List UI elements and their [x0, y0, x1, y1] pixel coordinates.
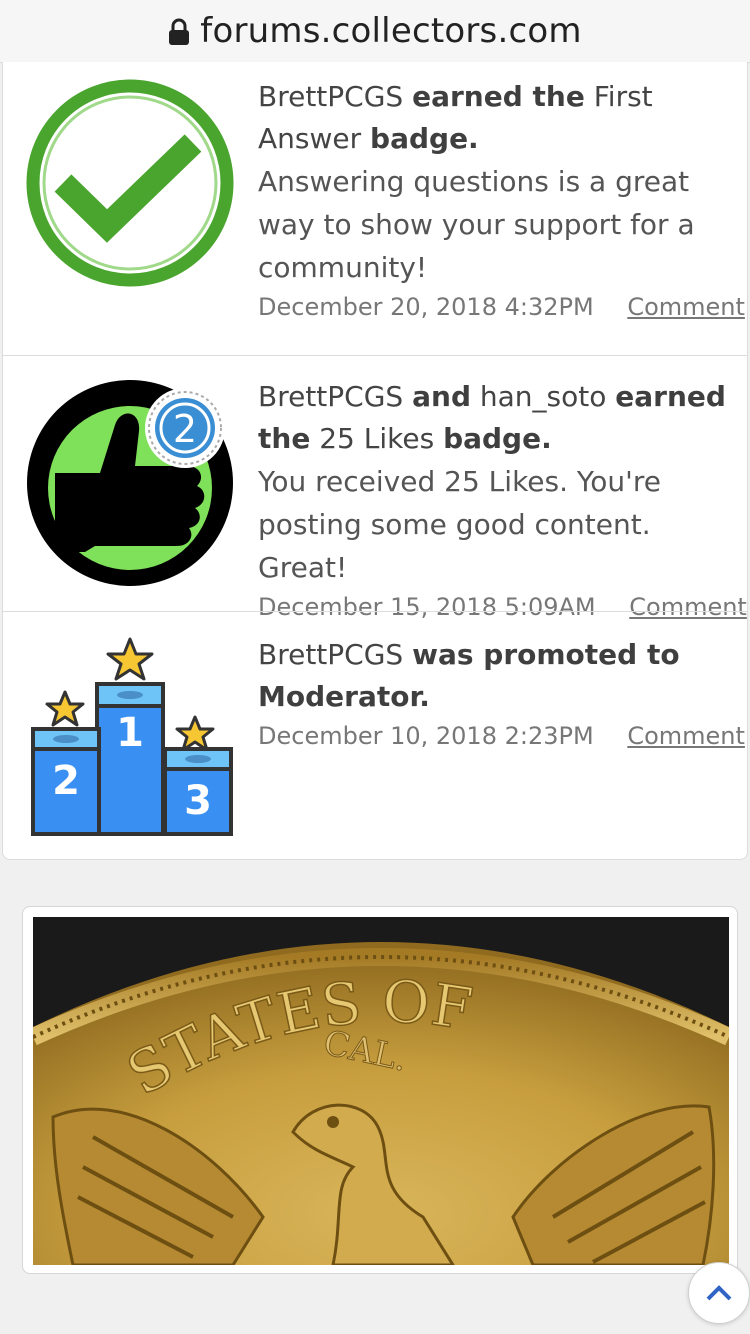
- browser-address-bar[interactable]: forums.collectors.com: [0, 0, 750, 63]
- username-link[interactable]: BrettPCGS: [258, 380, 403, 413]
- comment-link[interactable]: Comment: [627, 722, 745, 750]
- coin-image-card[interactable]: STATES OF CAL.: [22, 906, 738, 1274]
- level-number: 2: [173, 407, 197, 451]
- activity-verb: was promoted to: [412, 638, 680, 671]
- podium-first: 1: [116, 710, 144, 756]
- gold-coin-photo: STATES OF CAL.: [33, 917, 729, 1265]
- activity-item: 2 BrettPCGS and han_soto earned the 25 L…: [3, 355, 747, 621]
- badge-name[interactable]: 25 Likes: [319, 422, 434, 455]
- podium-third: 3: [184, 778, 212, 824]
- badge-description: Answering questions is a great way to sh…: [258, 165, 695, 284]
- lock-icon: [169, 18, 190, 45]
- activity-date: December 10, 2018 2:23PM: [258, 722, 594, 750]
- activity-item: BrettPCGS earned the First Answer badge.…: [3, 62, 747, 355]
- username-link[interactable]: BrettPCGS: [258, 638, 403, 671]
- username-link-2[interactable]: han_soto: [480, 380, 606, 413]
- activity-headline: BrettPCGS was promoted to Moderator.: [258, 634, 735, 718]
- scroll-to-top-button[interactable]: [688, 1262, 750, 1324]
- badge-suffix: badge.: [443, 422, 552, 455]
- activity-conj: and: [412, 380, 471, 413]
- activity-article: the: [258, 422, 311, 455]
- check-circle-icon: [26, 79, 234, 287]
- thumbs-up-icon: 2: [27, 380, 233, 586]
- podium-second: 2: [52, 758, 80, 804]
- role-name: Moderator.: [258, 680, 430, 713]
- activity-item: 1 2 3 BrettPCGS was promoted to Moderato…: [3, 611, 747, 859]
- activity-meta: December 10, 2018 2:23PM Comment: [258, 722, 745, 750]
- level-seal: 2: [145, 388, 225, 468]
- url-text: forums.collectors.com: [200, 11, 582, 51]
- chevron-up-icon: [706, 1285, 732, 1301]
- activity-verb: earned: [615, 380, 726, 413]
- badge-description: You received 25 Likes. You're posting so…: [258, 465, 661, 584]
- activity-verb: earned the: [412, 80, 585, 113]
- comment-link[interactable]: Comment: [627, 293, 745, 321]
- activity-headline: BrettPCGS earned the First Answer badge.: [258, 76, 735, 160]
- activity-feed: BrettPCGS earned the First Answer badge.…: [2, 62, 748, 860]
- activity-headline: BrettPCGS and han_soto earned the 25 Lik…: [258, 376, 735, 460]
- username-link[interactable]: BrettPCGS: [258, 80, 403, 113]
- activity-date: December 20, 2018 4:32PM: [258, 293, 594, 321]
- podium-icon: 1 2 3: [31, 637, 233, 836]
- badge-suffix: badge.: [370, 122, 479, 155]
- activity-meta: December 20, 2018 4:32PM Comment: [258, 293, 745, 321]
